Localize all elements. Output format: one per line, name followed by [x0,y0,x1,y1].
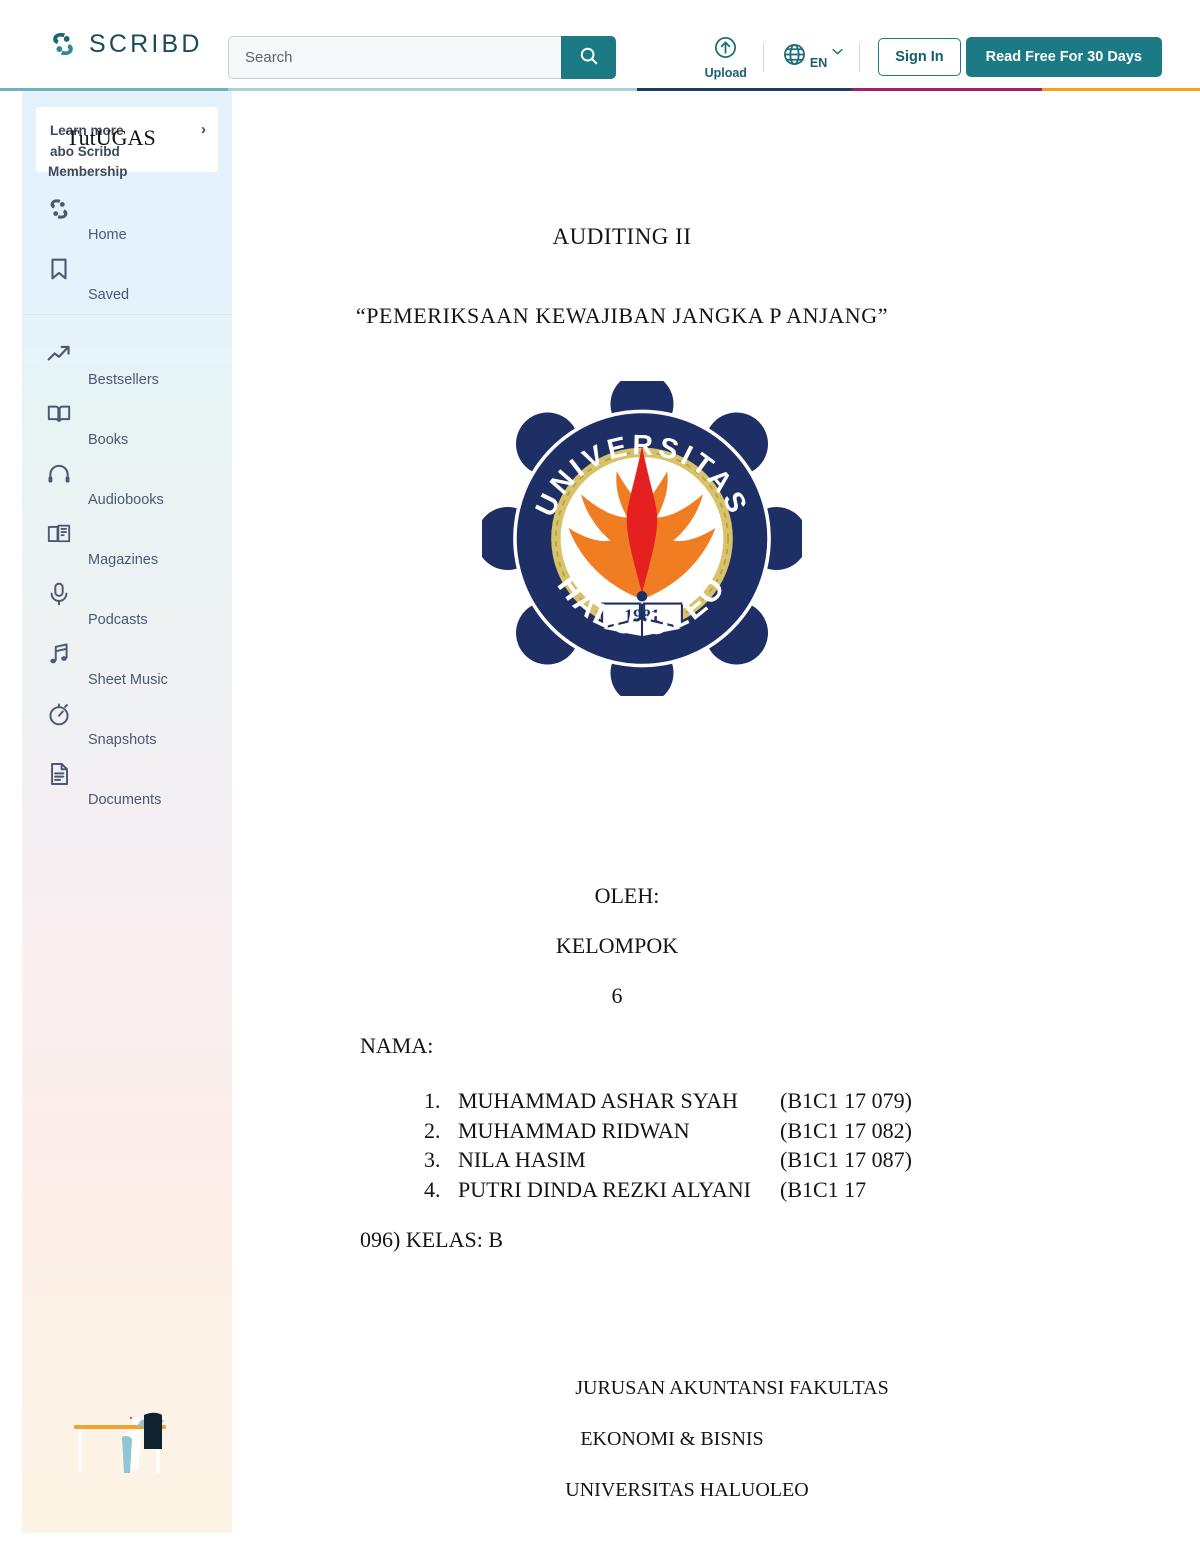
open-book-icon [46,401,72,427]
document-subtitle: “PEMERIKSAAN KEWAJIBAN JANGKA P ANJANG” [355,303,889,328]
scribd-home-icon [46,196,72,222]
sidebar-item-documents[interactable]: Documents [22,761,232,821]
sidebar-item-audiobooks[interactable]: Audiobooks [22,461,232,521]
stopwatch-icon [46,701,72,727]
document-footer-line-1: JURUSAN AKUNTANSI FAKULTAS [575,1377,889,1399]
scribd-wordmark: SCRIBD [89,29,203,58]
bookmark-icon [46,256,72,282]
sidebar-item-label: Home [88,227,127,243]
student-id: (B1C1 17 087) [780,1147,912,1173]
search-button[interactable] [561,36,616,79]
document-oleh-label: OLEH: [594,883,660,908]
upload-label: Upload [704,65,747,80]
document-title: AUDITING II [552,224,692,249]
sidebar-item-label: Books [88,432,129,448]
sidebar-item-books[interactable]: Books [22,401,232,461]
sidebar-item-magazines[interactable]: Magazines [22,521,232,581]
document-text-artifact: TutUGAS [66,125,156,150]
student-id: (B1C1 17 079) [780,1088,912,1113]
sidebar-item-label: Saved [88,287,130,303]
sidebar-item-snapshots[interactable]: Snapshots [22,701,232,761]
top-header: SCRIBD Upload [0,0,1200,88]
music-note-icon [46,641,72,667]
list-item: 2. MUHAMMAD RIDWAN (B1C1 17 082) [424,1116,1044,1146]
student-list: 1. MUHAMMAD ASHAR SYAH (B1C1 17 079) 2. … [424,1086,1044,1204]
sidebar-item-label: Sheet Music [88,672,168,688]
student-name: MUHAMMAD ASHAR SYAH [458,1088,738,1113]
student-id: (B1C1 17 [780,1176,867,1202]
list-item: 3. NILA HASIM (B1C1 17 087) [424,1145,1044,1175]
student-id: (B1C1 17 082) [780,1117,912,1143]
document-footer-line-3: UNIVERSITAS HALUOLEO [565,1479,809,1501]
header-actions: Upload EN Sign In Read Free For 30 Days [689,30,1162,84]
student-name: MUHAMMAD RIDWAN [458,1117,690,1143]
document-icon [46,761,72,787]
upload-button[interactable]: Upload [689,35,763,80]
header-divider-2 [859,42,861,72]
sidebar-divider [22,314,232,315]
sidebar-item-label: Documents [88,792,162,808]
student-name: NILA HASIM [458,1147,586,1173]
sidebar-item-bestsellers[interactable]: Bestsellers [22,341,232,401]
search-icon [578,45,600,70]
magazine-icon [46,521,72,547]
sidebar-item-label: Magazines [88,552,159,568]
document-kelompok-label: KELOMPOK [555,933,679,958]
list-item: 4. PUTRI DINDA REZKI ALYANI (B1C1 17 [424,1175,1044,1205]
sidebar-item-sheet-music[interactable]: Sheet Music [22,641,232,701]
student-number: 4. [424,1176,441,1202]
sign-in-button[interactable]: Sign In [878,38,961,76]
promo-line-4: Membership [48,164,128,179]
upload-arrow-icon [713,35,738,65]
sidebar-item-label: Bestsellers [88,372,159,388]
scribd-logo-icon [48,29,78,59]
sidebar-item-saved[interactable]: Saved [22,256,232,316]
student-number: 3. [424,1147,441,1173]
search-input[interactable] [228,36,561,79]
trending-up-icon [46,341,72,367]
list-item: 1. MUHAMMAD ASHAR SYAH (B1C1 17 079) [424,1086,1044,1116]
document-kelas-line: 096) KELAS: B [360,1227,503,1252]
document-nama-label: NAMA: [360,1033,434,1058]
scribd-logo[interactable]: SCRIBD [48,29,230,59]
chevron-down-icon [830,44,845,72]
document-page: AUDITING II “PEMERIKSAAN KEWAJIBAN JANGK… [232,91,1200,1553]
globe-icon [782,42,807,72]
language-code: EN [809,56,828,70]
microphone-icon [46,581,72,607]
sidebar-item-home[interactable]: Home [22,196,232,256]
sidebar-item-label: Audiobooks [88,492,164,508]
student-name: PUTRI DINDA REZKI ALYANI [458,1176,751,1202]
student-number: 1. [424,1088,441,1113]
headphones-icon [46,461,72,487]
student-number: 2. [424,1117,441,1143]
person-at-desk-illustration [72,1381,192,1481]
language-selector[interactable]: EN [764,42,859,72]
document-group-number: 6 [611,983,623,1008]
search-bar[interactable] [228,36,616,79]
document-footer-line-2: EKONOMI & BISNIS [580,1428,764,1450]
sidebar-item-label: Snapshots [88,732,157,748]
read-free-trial-button[interactable]: Read Free For 30 Days [965,37,1162,77]
left-sidebar: Learn more abo Scribd › TutUGAS Membersh… [22,91,232,1533]
universitas-halu-oleo-seal: 1981 UNIVERSITAS HALU OLEO [476,372,808,705]
sidebar-item-label: Podcasts [88,612,148,628]
sidebar-item-podcasts[interactable]: Podcasts [22,581,232,641]
